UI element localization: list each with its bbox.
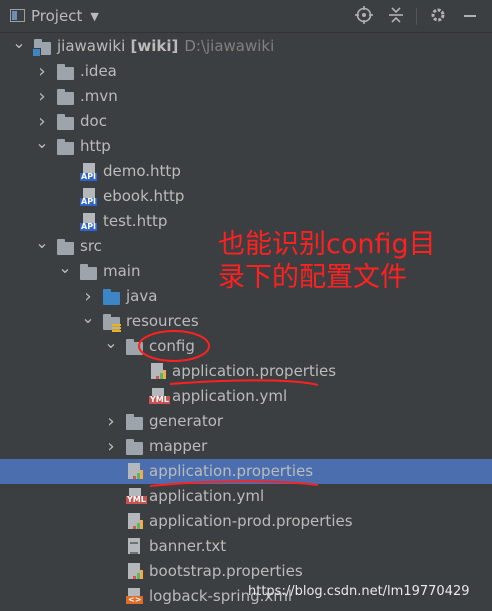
watermark: https://blog.csdn.net/lm19770429 (248, 584, 470, 599)
annotation-note: 也能识别config目录下的配置文件 (218, 229, 436, 293)
red-annotation-marks (138, 330, 319, 487)
